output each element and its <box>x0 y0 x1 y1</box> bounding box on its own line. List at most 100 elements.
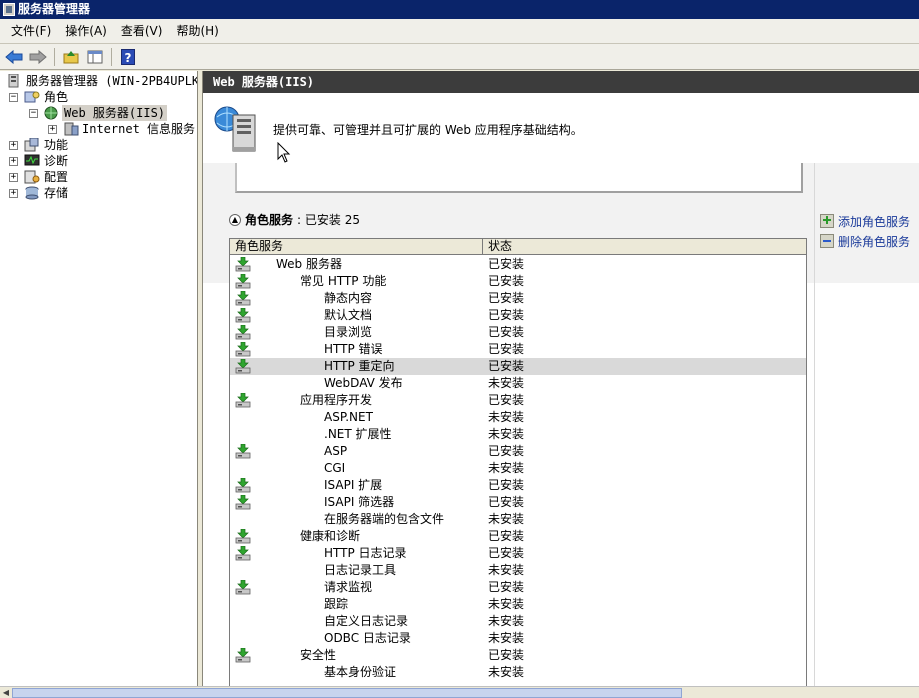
menu-help[interactable]: 帮助(H) <box>169 21 225 41</box>
service-name: HTTP 重定向 <box>324 359 395 373</box>
back-button[interactable] <box>4 47 24 67</box>
actions-panel: 添加角色服务 删除角色服务 <box>820 211 919 251</box>
service-status: 未安装 <box>488 597 525 611</box>
service-name: ASP.NET <box>324 410 373 424</box>
table-row[interactable]: .NET 扩展性 未安装 <box>230 426 806 443</box>
tree-label: 角色 <box>44 90 69 104</box>
table-header: 角色服务 状态 <box>230 239 806 255</box>
details-pane: Web 服务器(IIS) 提供可靠、可管理并且可扩展的 Web 应用程序基础结构… <box>202 71 919 686</box>
role-services-section-header[interactable]: ▲ 角色服务 : 已安装 25 <box>229 211 360 228</box>
table-row[interactable]: 基本身份验证 未安装 <box>230 664 806 681</box>
tree-label: 服务器管理器 (WIN-2PB4UPLKTD <box>26 74 198 88</box>
table-row[interactable]: 目录浏览 已安装 <box>230 324 806 341</box>
add-role-services-link[interactable]: 添加角色服务 <box>820 211 919 231</box>
scroll-left-icon[interactable]: ◀ <box>1 688 11 698</box>
installed-icon <box>235 495 251 510</box>
installed-icon <box>235 342 251 357</box>
table-row[interactable]: ASP 已安装 <box>230 443 806 460</box>
table-row[interactable]: 静态内容 已安装 <box>230 290 806 307</box>
service-name: 日志记录工具 <box>324 563 397 577</box>
service-name: 自定义日志记录 <box>324 614 409 628</box>
expand-icon[interactable]: + <box>9 157 18 166</box>
toolbar: ? <box>0 44 919 70</box>
installed-icon <box>235 478 251 493</box>
expand-icon[interactable]: + <box>9 189 18 198</box>
forward-button[interactable] <box>28 47 48 67</box>
service-status: 已安装 <box>488 274 525 288</box>
service-status: 已安装 <box>488 648 525 662</box>
table-row[interactable]: 健康和诊断 已安装 <box>230 528 806 545</box>
table-row[interactable]: 默认文档 已安装 <box>230 307 806 324</box>
console-tree: 服务器管理器 (WIN-2PB4UPLKTD − 角色 − Web 服务器(II… <box>0 71 198 686</box>
tree-label: Web 服务器(IIS) <box>62 105 168 121</box>
configuration-icon <box>24 170 40 184</box>
horizontal-scrollbar[interactable]: ◀ <box>0 686 919 698</box>
up-folder-button[interactable] <box>61 47 81 67</box>
help-button[interactable]: ? <box>118 47 138 67</box>
help-icon: ? <box>121 48 135 65</box>
storage-icon <box>25 186 39 200</box>
table-row[interactable]: 自定义日志记录 未安装 <box>230 613 806 630</box>
service-status: 已安装 <box>488 546 525 560</box>
table-row[interactable]: ISAPI 筛选器 已安装 <box>230 494 806 511</box>
table-row[interactable]: HTTP 错误 已安装 <box>230 341 806 358</box>
table-row[interactable]: HTTP 日志记录 已安装 <box>230 545 806 562</box>
service-status: 已安装 <box>488 478 525 492</box>
service-name: 应用程序开发 <box>300 393 373 407</box>
menu-action[interactable]: 操作(A) <box>58 21 114 41</box>
menu-bar: 文件(F) 操作(A) 查看(V) 帮助(H) <box>0 19 919 44</box>
remove-role-services-link[interactable]: 删除角色服务 <box>820 231 919 251</box>
title-bar: 服务器管理器 <box>0 0 919 19</box>
table-row[interactable]: 在服务器端的包含文件 未安装 <box>230 511 806 528</box>
service-status: 已安装 <box>488 393 525 407</box>
service-name: 在服务器端的包含文件 <box>324 512 445 526</box>
table-row[interactable]: WebDAV 发布 未安装 <box>230 375 806 392</box>
service-status: 未安装 <box>488 461 525 475</box>
expand-icon[interactable]: + <box>48 125 57 134</box>
roles-icon <box>24 91 40 103</box>
service-name: 健康和诊断 <box>300 529 361 543</box>
table-row[interactable]: ODBC 日志记录 未安装 <box>230 630 806 647</box>
service-status: 已安装 <box>488 342 525 356</box>
scrollbar-thumb[interactable] <box>12 688 682 698</box>
table-row[interactable]: HTTP 重定向 已安装 <box>230 358 806 375</box>
column-header-service[interactable]: 角色服务 <box>235 239 283 254</box>
service-name: 静态内容 <box>324 291 373 305</box>
menu-view[interactable]: 查看(V) <box>114 21 170 41</box>
service-status: 已安装 <box>488 529 525 543</box>
table-row[interactable]: 请求监视 已安装 <box>230 579 806 596</box>
expand-icon[interactable]: + <box>9 141 18 150</box>
table-row[interactable]: 常见 HTTP 功能 已安装 <box>230 273 806 290</box>
show-hide-tree-button[interactable] <box>85 47 105 67</box>
diagnostics-icon <box>24 154 40 166</box>
service-status: 未安装 <box>488 665 525 679</box>
service-status: 已安装 <box>488 291 525 305</box>
collapse-icon[interactable]: − <box>9 93 18 102</box>
section-status: : 已安装 25 <box>297 213 360 227</box>
actions-divider <box>814 163 815 686</box>
server-manager-icon <box>8 74 19 88</box>
remove-icon <box>820 234 834 248</box>
table-row[interactable]: 日志记录工具 未安装 <box>230 562 806 579</box>
service-status: 未安装 <box>488 376 525 390</box>
table-row[interactable]: CGI 未安装 <box>230 460 806 477</box>
service-status: 未安装 <box>488 631 525 645</box>
back-arrow-icon <box>5 49 23 64</box>
menu-file[interactable]: 文件(F) <box>4 21 58 41</box>
collapse-icon[interactable]: − <box>29 109 38 118</box>
column-header-status[interactable]: 状态 <box>488 239 512 254</box>
forward-arrow-icon <box>29 49 47 64</box>
collapse-section-icon[interactable]: ▲ <box>229 213 241 226</box>
table-row[interactable]: Web 服务器 已安装 <box>230 256 806 273</box>
installed-icon <box>235 444 251 459</box>
iis-icon <box>64 122 79 136</box>
table-row[interactable]: 跟踪 未安装 <box>230 596 806 613</box>
window-title: 服务器管理器 <box>18 2 91 16</box>
table-row[interactable]: ISAPI 扩展 已安装 <box>230 477 806 494</box>
expand-icon[interactable]: + <box>9 173 18 182</box>
table-row[interactable]: ASP.NET 未安装 <box>230 409 806 426</box>
table-row[interactable]: 应用程序开发 已安装 <box>230 392 806 409</box>
column-divider[interactable] <box>482 239 483 255</box>
web-server-icon <box>214 106 256 152</box>
table-row[interactable]: 安全性 已安装 <box>230 647 806 664</box>
